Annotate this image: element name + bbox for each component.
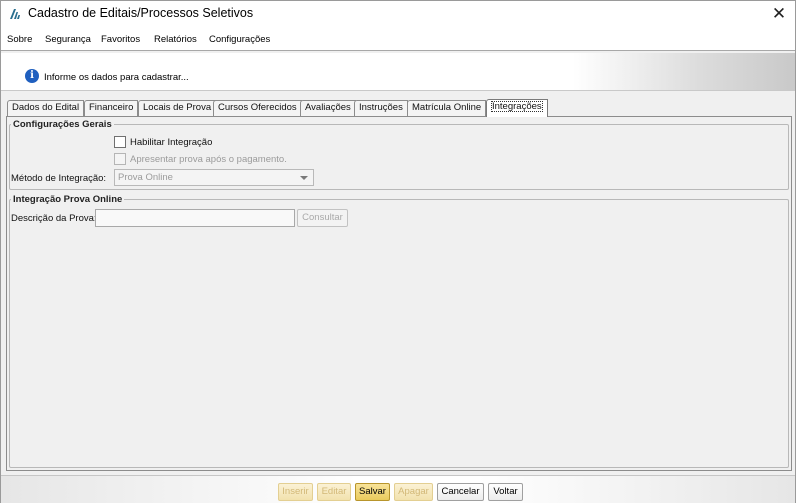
tab-label: Integrações — [491, 101, 543, 112]
menu-bar: Sobre Segurança Favoritos Relatórios Con… — [1, 28, 795, 51]
integration-method-select[interactable]: Prova Online — [114, 169, 314, 186]
menu-sobre-label: Sobre — [7, 34, 33, 45]
tab-label: Dados do Edital — [12, 102, 80, 113]
tab-label: Cursos Oferecidos — [218, 102, 297, 113]
tab-bar: Dados do Edital Financeiro Locais de Pro… — [7, 99, 789, 117]
tab-matricula-online[interactable]: Matrícula Online — [407, 100, 487, 116]
menu-configuracoes-label: Configurações — [209, 34, 271, 45]
menu-seguranca[interactable]: Segurança — [45, 34, 91, 45]
integration-method-label: Método de Integração: — [11, 173, 107, 184]
tab-label: Locais de Prova — [143, 102, 212, 113]
save-button[interactable]: Salvar — [355, 483, 390, 501]
menu-relatorios[interactable]: Relatórios — [154, 34, 197, 45]
tab-avaliacoes[interactable]: Avaliações — [300, 100, 356, 116]
exam-description-field[interactable] — [95, 209, 295, 227]
cancel-button[interactable]: Cancelar — [437, 483, 484, 501]
edit-button[interactable]: Editar — [317, 483, 351, 501]
tab-instrucoes[interactable]: Instruções — [354, 100, 408, 116]
exam-description-label: Descrição da Prova: — [11, 213, 97, 224]
insert-button[interactable]: Inserir — [278, 483, 313, 501]
menu-favoritos[interactable]: Favoritos — [101, 34, 140, 45]
online-exam-group-title: Integração Prova Online — [11, 194, 125, 205]
info-message: Informe os dados para cadastrar... — [44, 72, 189, 83]
info-icon: i — [25, 69, 39, 83]
info-banner: i Informe os dados para cadastrar... — [1, 53, 795, 91]
chevron-down-icon — [300, 176, 308, 180]
enable-integration-checkbox[interactable] — [114, 136, 126, 148]
integration-method-value: Prova Online — [118, 172, 173, 183]
tab-integracoes[interactable]: Integrações — [486, 99, 548, 117]
footer-toolbar: Inserir Editar Salvar Apagar Cancelar Vo… — [1, 475, 795, 503]
delete-button[interactable]: Apagar — [394, 483, 433, 501]
tab-label: Matrícula Online — [412, 102, 482, 113]
window-title: Cadastro de Editais/Processos Seletivos — [28, 6, 254, 20]
config-group-title: Configurações Gerais — [11, 119, 114, 130]
menu-seguranca-label: Segurança — [45, 34, 91, 45]
show-exam-after-payment-checkbox[interactable] — [114, 153, 126, 165]
title-bar: Cadastro de Editais/Processos Seletivos … — [1, 1, 795, 28]
menu-relatorios-label: Relatórios — [154, 34, 197, 45]
tab-content-panel: Configurações Gerais Habilitar Integraçã… — [6, 116, 792, 471]
tab-financeiro[interactable]: Financeiro — [84, 100, 139, 116]
tab-locais-de-prova[interactable]: Locais de Prova — [138, 100, 217, 116]
tab-label: Instruções — [359, 102, 403, 113]
show-exam-after-payment-label: Apresentar prova após o pagamento. — [130, 154, 287, 165]
back-button[interactable]: Voltar — [488, 483, 523, 501]
menu-sobre[interactable]: Sobre — [7, 34, 32, 45]
tab-label: Avaliações — [305, 102, 351, 113]
tab-label: Financeiro — [89, 102, 134, 113]
consult-button[interactable]: Consultar — [297, 209, 348, 227]
close-icon[interactable]: ✕ — [769, 3, 789, 25]
app-logo-icon — [10, 9, 20, 19]
menu-favoritos-label: Favoritos — [101, 34, 141, 45]
menu-configuracoes[interactable]: Configurações — [209, 34, 270, 45]
tab-dados-do-edital[interactable]: Dados do Edital — [7, 100, 85, 116]
tab-cursos-oferecidos[interactable]: Cursos Oferecidos — [213, 100, 302, 116]
online-exam-group-box — [9, 199, 789, 468]
enable-integration-label: Habilitar Integração — [130, 137, 213, 148]
main-window: Cadastro de Editais/Processos Seletivos … — [0, 0, 796, 503]
